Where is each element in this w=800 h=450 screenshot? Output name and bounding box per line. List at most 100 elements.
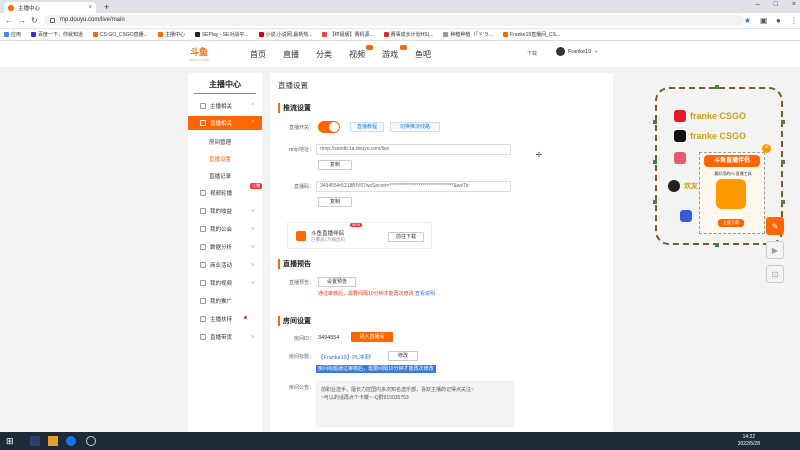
qq-icon (668, 180, 680, 192)
resize-handle[interactable] (715, 85, 719, 89)
profile-icon[interactable]: ● (776, 16, 781, 25)
announcement-line: ~可以的话再点个卡鞭~~Q群915035753 (321, 395, 409, 401)
user-menu[interactable]: Franke19 ▼ (556, 47, 598, 56)
chevron-up-icon: ^ (251, 120, 254, 126)
sidebar-item-my-videos[interactable]: 我的视频 v (188, 276, 262, 290)
reload-icon[interactable]: ↻ (31, 16, 38, 25)
resize-handle[interactable] (781, 120, 785, 124)
sidebar-item-analytics[interactable]: 数据分析 v (188, 240, 262, 254)
cart-icon (200, 334, 206, 340)
forward-icon[interactable]: → (18, 16, 26, 25)
extension-icon[interactable]: ▣ (760, 16, 768, 25)
sidebar-item-label: 我的公会 (210, 227, 233, 233)
sidebar-item-label: 主播扶持 (210, 317, 233, 323)
resize-handle[interactable] (653, 200, 657, 204)
bookmark-item[interactable]: 百度一下，你就知道 (31, 31, 83, 38)
novel-icon (258, 32, 264, 37)
room-title-value: 【Franke19】PL冲刺! (318, 355, 372, 361)
nav-game[interactable]: 游戏 (382, 49, 398, 60)
live-toggle[interactable] (318, 121, 340, 133)
promo-subtitle: 已覆盖1万播出码 (311, 237, 346, 242)
sidebar-item-label: 直播相关 (210, 121, 233, 127)
bookmark-item[interactable]: 小说,小说网,最新热... (258, 31, 312, 38)
maximize-icon[interactable]: □ (774, 1, 778, 8)
nav-video[interactable]: 视频 (349, 49, 365, 60)
address-bar-row: ← → ↻ mp.douyu.com/live/main ★ ▣ ● ⋮ (0, 13, 800, 29)
url-field[interactable]: mp.douyu.com/live/main (44, 15, 744, 26)
chrome-icon[interactable] (66, 436, 76, 446)
hot-badge-icon (400, 45, 407, 50)
app-icon[interactable] (30, 436, 40, 446)
set-preview-button[interactable]: 设置预告 (318, 277, 356, 287)
system-clock[interactable]: 14:22 2022/5/28 (738, 434, 760, 448)
popup-download-button[interactable]: 立即下载 (718, 219, 744, 227)
download-companion-button[interactable]: 前往下载 (388, 232, 424, 242)
view-instructions-link[interactable]: 查看说明 (415, 291, 435, 297)
back-icon[interactable]: ← (5, 16, 13, 25)
close-icon[interactable]: × (762, 144, 771, 153)
close-tab-icon[interactable]: × (88, 5, 92, 11)
menu-icon[interactable]: ⋮ (790, 16, 798, 25)
share-icon[interactable]: ✎ (766, 217, 784, 235)
sidebar-subitem-room[interactable]: 房间管理 (209, 138, 231, 146)
minimize-icon[interactable]: – (756, 1, 760, 8)
enter-room-button[interactable]: 进入直播间 (351, 332, 393, 342)
section-title-room: 房间设置 (278, 316, 311, 326)
overlay-text: franke CSGO (690, 131, 747, 141)
sidebar-item-support[interactable]: 主播扶持 (188, 312, 262, 326)
copy-code-button[interactable]: 复制 (318, 197, 352, 207)
tiktok-icon (674, 130, 686, 142)
new-tab-icon[interactable]: + (104, 2, 109, 12)
video-icon[interactable]: ▶ (766, 241, 784, 259)
sidebar-item-promotion[interactable]: 我的推广 (188, 294, 262, 308)
screenshot-icon[interactable]: ⊡ (766, 265, 784, 283)
nav-category[interactable]: 分类 (316, 49, 332, 60)
app-icon[interactable] (86, 436, 96, 446)
close-window-icon[interactable]: × (792, 1, 796, 8)
bookmark-item[interactable]: 应用 (4, 31, 21, 38)
tutorial-button[interactable]: 直播教程 (350, 122, 384, 132)
sidebar-item-business[interactable]: 商业活动 v (188, 258, 262, 272)
chart-icon (200, 244, 206, 250)
nav-home[interactable]: 首页 (250, 49, 266, 60)
stream-code-field[interactable]: 3494554r5218BIV67wsSecret=**************… (316, 181, 511, 192)
windows-start-icon[interactable]: ⊞ (6, 436, 16, 446)
bookmark-item[interactable]: SEPlay - SE对战平... (194, 31, 249, 38)
bookmark-item[interactable]: Franke19直播间_CS... (503, 31, 560, 38)
companion-app-icon (296, 231, 306, 241)
sidebar-item-commerce[interactable]: 直播带货 v (188, 330, 262, 344)
copy-rtmp-button[interactable]: 复制 (318, 160, 352, 170)
douyu-logo[interactable]: 斗鱼 DOUYU.COM (190, 45, 230, 62)
douyu-icon (157, 32, 163, 37)
sidebar-item-income[interactable]: 我的收益 v (188, 204, 262, 218)
resize-handle[interactable] (653, 120, 657, 124)
edit-title-button[interactable]: 修改 (388, 351, 418, 361)
bookmark-item[interactable]: 种植种植（「ゞ'ラ... (443, 31, 493, 38)
room-title-label: 房间标题： (288, 354, 314, 360)
bookmark-item[interactable]: 赛事成长计划HS(... (383, 31, 433, 38)
sidebar-item-anchor[interactable]: 主播相关 ^ (188, 99, 262, 113)
resize-handle[interactable] (781, 200, 785, 204)
announcement-textarea[interactable]: 前职业选手，擅长力控国内多次知名选乐部，喜欢主播的记得点关注~ ~可以的话再点个… (316, 381, 514, 427)
resize-handle[interactable] (715, 243, 719, 247)
nav-live[interactable]: 直播 (283, 49, 299, 60)
sidebar-item-guild[interactable]: 我的公会 v (188, 222, 262, 236)
bookmark-item[interactable]: CS:GO_CSGO直播... (93, 31, 148, 38)
download-link[interactable]: 下载 (527, 50, 537, 57)
companion-popup[interactable]: 斗鱼直播伴侣 最好用的PC直播工具 立即下载 (699, 152, 765, 234)
rtmp-field[interactable]: rtmp://sendtc1a.douyu.com/live (316, 144, 511, 155)
bookmark-item[interactable]: 【终极版】赛机源... (322, 31, 374, 38)
browser-tab[interactable]: 主播中心 × (4, 2, 96, 13)
nav-fishbar[interactable]: 鱼吧 (415, 49, 431, 60)
sidebar-subitem-live-settings[interactable]: 直播设置 (209, 155, 231, 163)
switch-line-button[interactable]: 切换推流线路 (390, 122, 440, 132)
tab-strip: 主播中心 × + – □ × (0, 0, 800, 13)
sidebar-subitem-live-records[interactable]: 直播记录 (209, 172, 231, 180)
room-id-value: 3494554 (318, 335, 340, 341)
resize-handle[interactable] (781, 160, 785, 164)
resize-handle[interactable] (653, 160, 657, 164)
bookmark-item[interactable]: 主播中心 (157, 31, 185, 38)
folder-icon[interactable] (48, 436, 58, 446)
sidebar-item-live[interactable]: 直播相关 ^ (188, 116, 262, 130)
star-icon[interactable]: ★ (744, 16, 751, 25)
